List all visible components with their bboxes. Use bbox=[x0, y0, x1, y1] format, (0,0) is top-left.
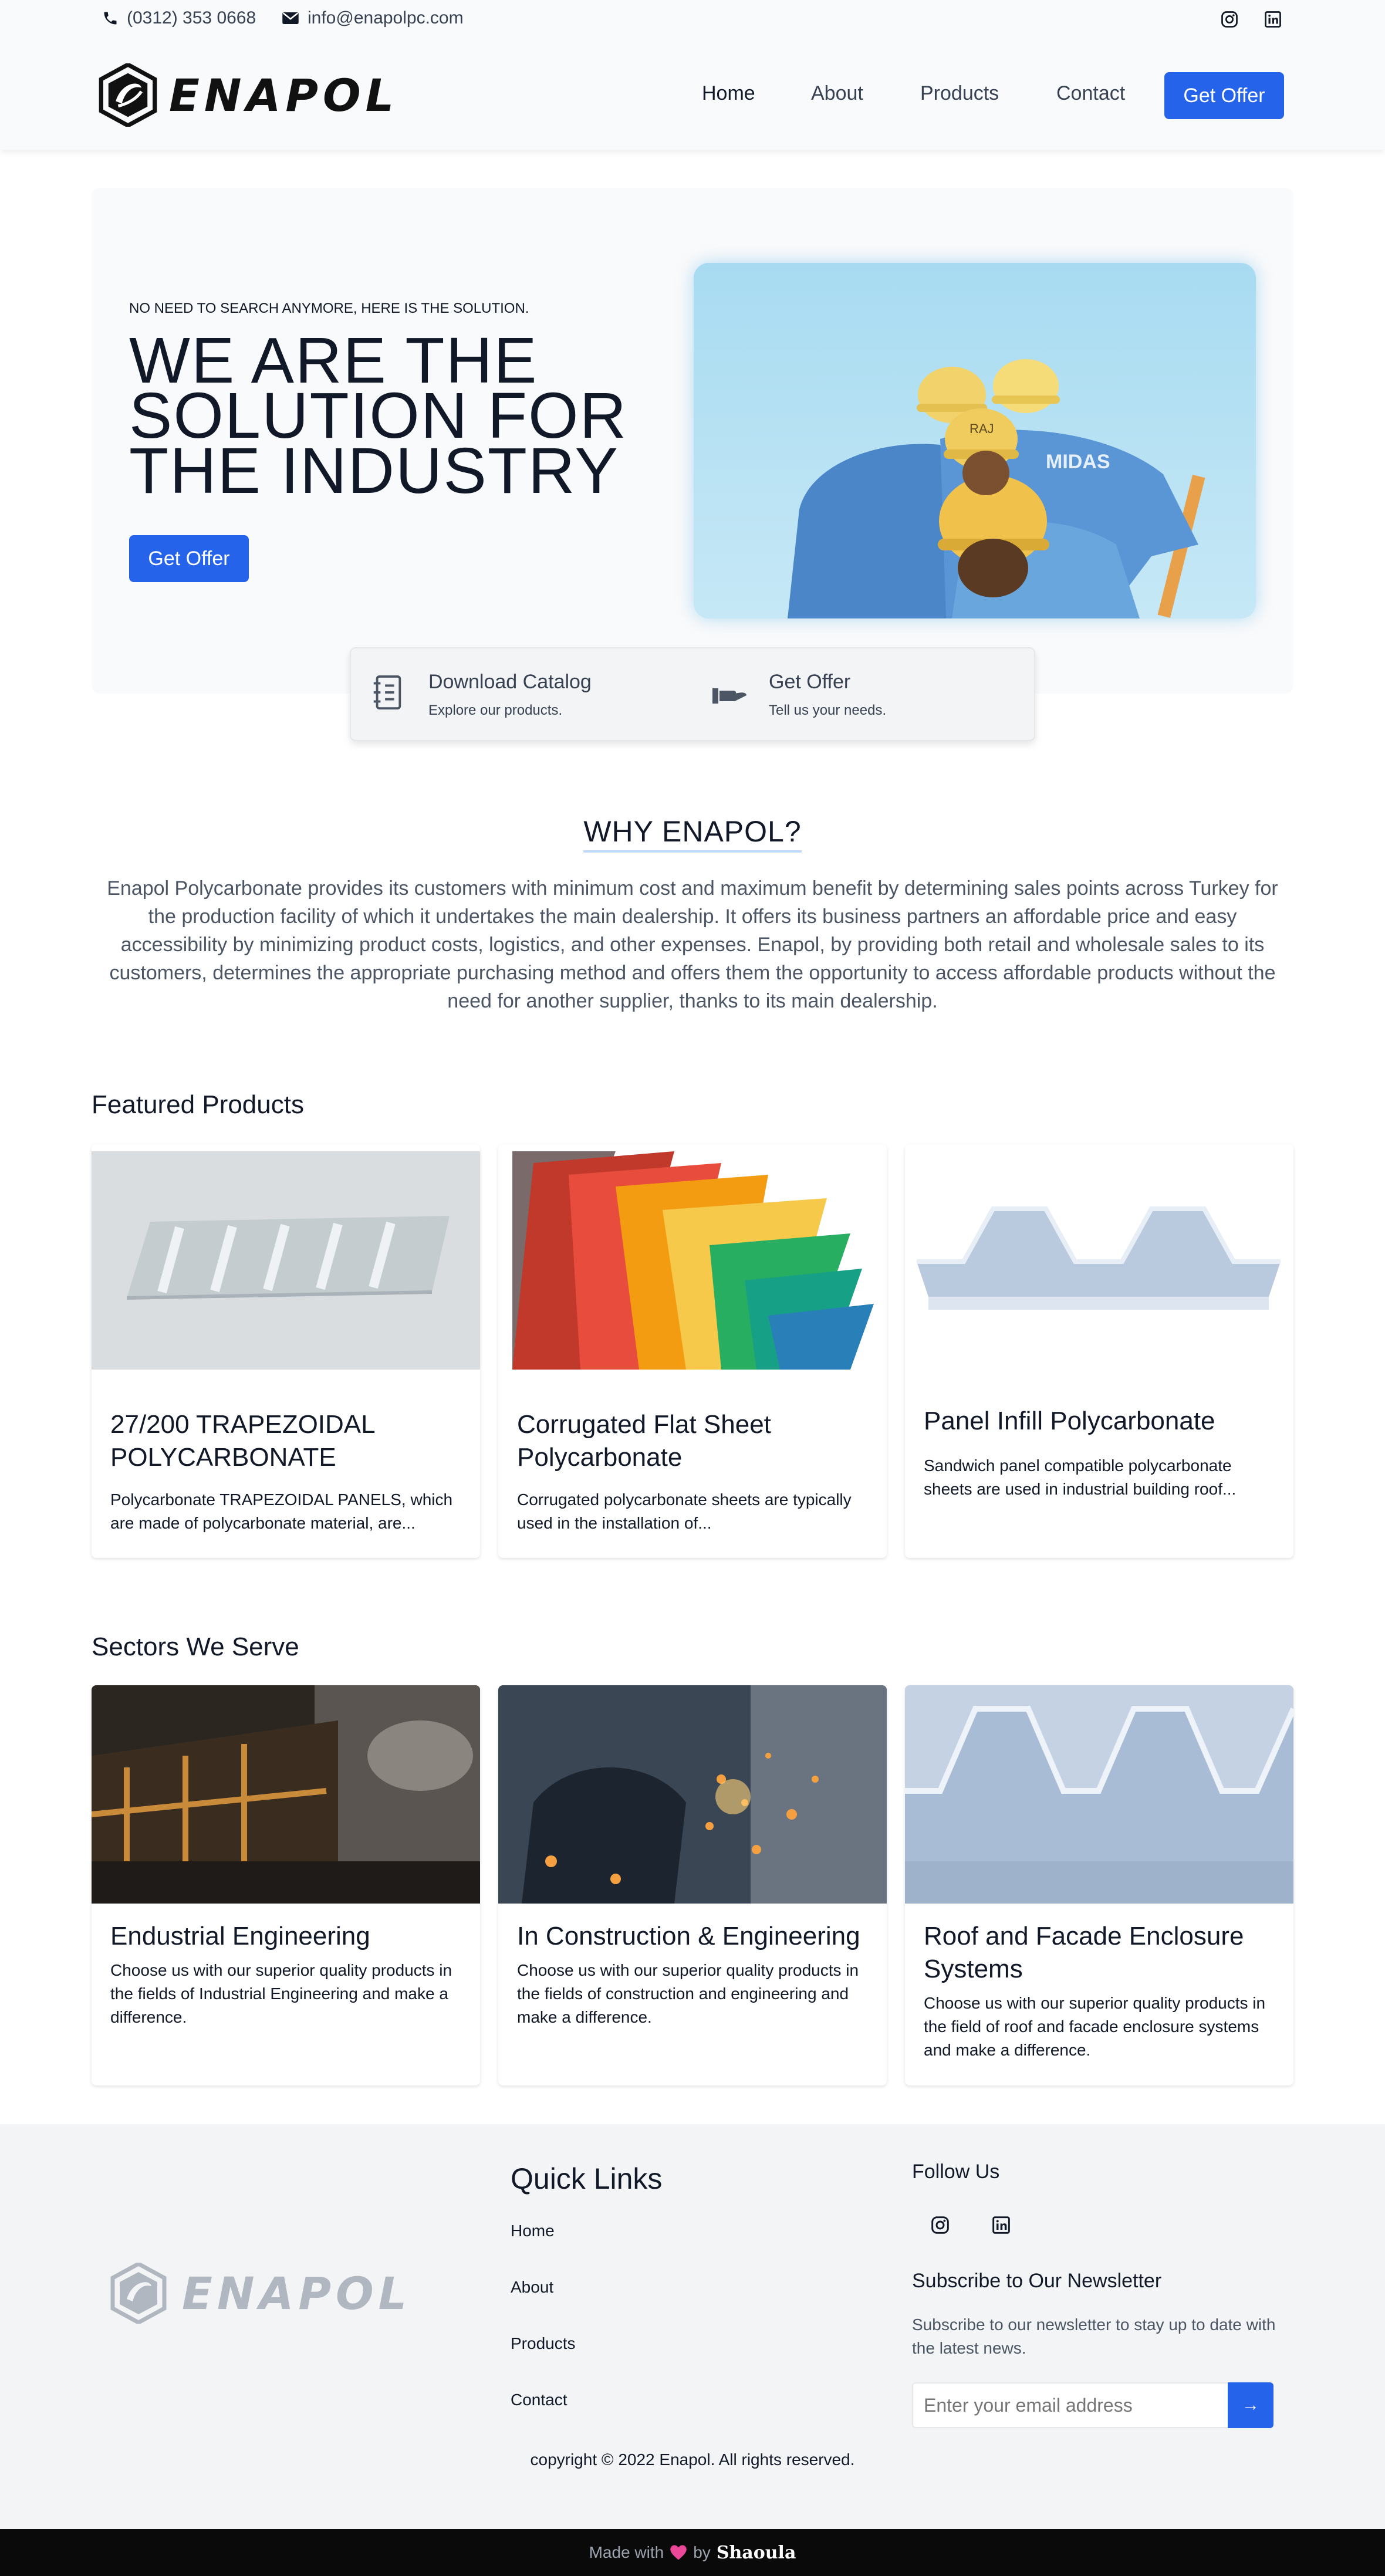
newsletter-submit-button[interactable]: → bbox=[1228, 2382, 1273, 2428]
panel-infill-image bbox=[905, 1144, 1293, 1338]
hero-eyebrow: NO NEED TO SEARCH ANYMORE, HERE IS THE S… bbox=[129, 300, 529, 316]
get-offer-subtitle: Tell us your needs. bbox=[769, 702, 887, 718]
nav-products[interactable]: Products bbox=[920, 82, 999, 105]
instagram-icon bbox=[931, 2216, 949, 2234]
topbar-email[interactable]: info@enapolpc.com bbox=[282, 8, 464, 28]
site-footer: ENAPOL Quick Links Home About Products C… bbox=[0, 2124, 1385, 2529]
quick-actions-card: Download Catalog Explore our products. G… bbox=[350, 647, 1035, 741]
footer-instagram-link[interactable] bbox=[931, 2216, 950, 2237]
construction-engineering-image bbox=[498, 1685, 887, 1904]
hero-get-offer-button[interactable]: Get Offer bbox=[129, 535, 249, 582]
product-desc: Corrugated polycarbonate sheets are typi… bbox=[517, 1490, 852, 1532]
product-title[interactable]: 27/200 TRAPEZOIDAL POLYCARBONATE bbox=[110, 1408, 462, 1474]
svg-text:RAJ: RAJ bbox=[970, 421, 994, 436]
nav-contact[interactable]: Contact bbox=[1056, 82, 1125, 105]
instagram-icon bbox=[1221, 11, 1238, 28]
sectors-title: Sectors We Serve bbox=[92, 1632, 299, 1661]
footer-brand-name: ENAPOL bbox=[182, 2267, 412, 2320]
sector-card[interactable]: In Construction & Engineering Choose us … bbox=[498, 1685, 887, 2085]
catalog-notebook-icon bbox=[373, 675, 401, 710]
product-card[interactable]: Corrugated Flat Sheet Polycarbonate Corr… bbox=[498, 1144, 887, 1558]
get-offer-action[interactable] bbox=[712, 684, 748, 709]
phone-text: (0312) 353 0668 bbox=[127, 8, 256, 28]
sector-title[interactable]: Endustrial Engineering bbox=[110, 1920, 462, 1953]
footer-link-contact[interactable]: Contact bbox=[511, 2391, 567, 2409]
sector-desc: Choose us with our superior quality prod… bbox=[924, 1994, 1266, 2059]
why-body: Enapol Polycarbonate provides its custom… bbox=[107, 877, 1278, 1012]
nav-home[interactable]: Home bbox=[702, 82, 755, 105]
mail-icon bbox=[282, 12, 299, 24]
enapol-hexagon-logo-icon bbox=[99, 63, 157, 127]
roof-facade-image bbox=[905, 1685, 1293, 1904]
made-with-text: Made with bbox=[589, 2543, 664, 2561]
workers-illustration: RAJ MIDAS bbox=[694, 263, 1256, 618]
product-title[interactable]: Panel Infill Polycarbonate bbox=[924, 1405, 1276, 1438]
sector-card[interactable]: Roof and Facade Enclosure Systems Choose… bbox=[905, 1685, 1293, 2085]
newsletter-email-input[interactable] bbox=[912, 2382, 1228, 2428]
topbar-phone[interactable]: (0312) 353 0668 bbox=[102, 8, 256, 28]
hand-offer-icon bbox=[712, 688, 746, 704]
footer-link-about[interactable]: About bbox=[511, 2278, 553, 2297]
hero-workers-image: RAJ MIDAS bbox=[694, 263, 1256, 618]
by-text: by bbox=[693, 2543, 711, 2561]
follow-us-title: Follow Us bbox=[912, 2161, 1000, 2183]
topbar-linkedin-link[interactable] bbox=[1264, 11, 1282, 31]
footer-linkedin-link[interactable] bbox=[992, 2216, 1011, 2237]
download-catalog-title[interactable]: Download Catalog bbox=[428, 671, 592, 694]
author-link[interactable]: Shaoula bbox=[717, 2543, 796, 2563]
why-title-wrap: WHY ENAPOL? bbox=[0, 814, 1385, 853]
sector-desc: Choose us with our superior quality prod… bbox=[517, 1961, 859, 2026]
newsletter-title: Subscribe to Our Newsletter bbox=[912, 2270, 1162, 2292]
brand-logo[interactable]: ENAPOL bbox=[97, 63, 398, 127]
trapezoidal-panel-image bbox=[92, 1151, 480, 1370]
why-title: WHY ENAPOL? bbox=[583, 815, 802, 853]
header-get-offer-button[interactable]: Get Offer bbox=[1164, 72, 1284, 119]
product-title[interactable]: Corrugated Flat Sheet Polycarbonate bbox=[517, 1408, 869, 1474]
download-catalog-subtitle: Explore our products. bbox=[428, 702, 563, 718]
site-header: (0312) 353 0668 info@enapolpc.com ENAPOL… bbox=[0, 0, 1385, 150]
footer-link-home[interactable]: Home bbox=[511, 2222, 555, 2240]
industrial-engineering-image bbox=[92, 1685, 480, 1904]
featured-title: Featured Products bbox=[92, 1090, 304, 1119]
sector-title[interactable]: In Construction & Engineering bbox=[517, 1920, 869, 1953]
quick-links-title: Quick Links bbox=[511, 2162, 663, 2195]
copyright-text: copyright © 2022 Enapol. All rights rese… bbox=[530, 2450, 855, 2469]
footer-link-products[interactable]: Products bbox=[511, 2334, 576, 2353]
heart-icon bbox=[670, 2545, 687, 2560]
sector-card[interactable]: Endustrial Engineering Choose us with ou… bbox=[92, 1685, 480, 2085]
product-card[interactable]: Panel Infill Polycarbonate Sandwich pane… bbox=[905, 1144, 1293, 1558]
email-text: info@enapolpc.com bbox=[308, 8, 464, 28]
sector-desc: Choose us with our superior quality prod… bbox=[110, 1961, 452, 2026]
brand-name: ENAPOL bbox=[169, 69, 399, 121]
bottom-credit-bar: Made with by Shaoula bbox=[0, 2529, 1385, 2576]
linkedin-icon bbox=[992, 2216, 1010, 2234]
hero-title: WE ARE THE SOLUTION FOR THE INDUSTRY bbox=[129, 324, 628, 507]
sector-title[interactable]: Roof and Facade Enclosure Systems bbox=[924, 1920, 1276, 1986]
product-card[interactable]: 27/200 TRAPEZOIDAL POLYCARBONATE Polycar… bbox=[92, 1144, 480, 1558]
product-desc: Sandwich panel compatible polycarbonate … bbox=[924, 1456, 1237, 1498]
nav-about[interactable]: About bbox=[811, 82, 863, 105]
linkedin-icon bbox=[1265, 11, 1281, 28]
enapol-hexagon-logo-icon bbox=[110, 2263, 167, 2324]
newsletter-desc: Subscribe to our newsletter to stay up t… bbox=[912, 2315, 1276, 2357]
corrugated-sheet-image bbox=[498, 1151, 887, 1370]
product-desc: Polycarbonate TRAPEZOIDAL PANELS, which … bbox=[110, 1490, 453, 1532]
phone-icon bbox=[104, 12, 117, 25]
topbar-instagram-link[interactable] bbox=[1221, 11, 1238, 31]
footer-brand-logo[interactable]: ENAPOL bbox=[109, 2263, 411, 2324]
download-catalog-action[interactable] bbox=[372, 674, 403, 714]
svg-text:MIDAS: MIDAS bbox=[1046, 451, 1110, 473]
get-offer-title[interactable]: Get Offer bbox=[769, 671, 850, 694]
